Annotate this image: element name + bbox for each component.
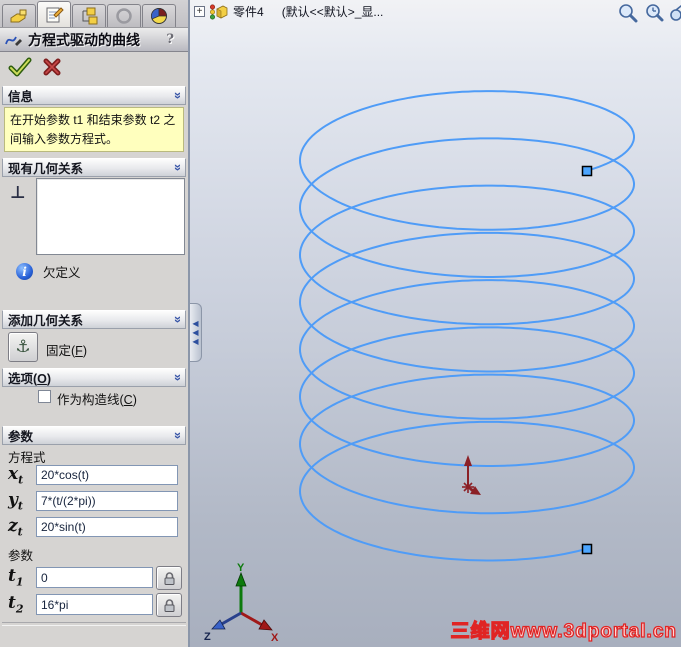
section-header-existing-relations[interactable]: 现有几何关系 « [2,158,186,177]
equation-row-x: xt [0,464,188,488]
display-manager-tab[interactable] [142,4,176,27]
property-manager-icon [46,6,64,22]
configuration-manager-icon [82,7,98,25]
triad-x-label: X [271,632,279,641]
display-manager-icon [151,8,167,24]
t1-label: t1 [8,566,24,589]
configuration-manager-tab[interactable] [72,4,106,27]
confirm-row [0,52,188,82]
chevron-up-icon[interactable]: « [169,316,184,323]
equation-row-z: zt [0,516,188,540]
relations-list[interactable] [36,178,185,255]
t2-row: t2 [0,593,188,617]
section-label: 参数 [8,430,34,444]
lock-icon [164,571,174,585]
panel-tab-bar [0,0,188,28]
t1-lock-button[interactable] [156,566,182,590]
fix-relation-label: 固定(F) [46,344,87,358]
zoom-to-area-icon[interactable] [643,2,665,24]
t2-lock-button[interactable] [156,593,182,617]
t1-row: t1 [0,566,188,590]
cancel-button[interactable] [42,57,62,77]
section-label: 信息 [8,90,34,104]
zoom-in-out-icon[interactable] [617,2,639,24]
anchor-icon: ⚓ [15,337,31,356]
z-equation-input[interactable] [36,517,178,537]
feature-manager-icon [10,9,27,23]
y-equation-input[interactable] [36,491,178,511]
fix-relation-button[interactable]: ⚓ [8,332,38,362]
panel-title: 方程式驱动的曲线 [28,31,140,48]
tree-expand-icon[interactable]: + [194,6,205,17]
triad-z-label: Z [204,631,211,641]
zoom-to-selection-icon[interactable] [669,2,681,24]
property-manager-panel: 方程式驱动的曲线 ? 信息 « 在开始参数 t1 和结束参数 t2 之间输入参数… [0,0,190,647]
tree-config-name: (默认<<默认>_显... [281,5,384,19]
chevron-up-icon[interactable]: « [169,164,184,171]
feature-tree-flyout[interactable]: + 零件4 (默认<<默认>_显... [194,3,383,20]
panel-titlebar: 方程式驱动的曲线 ? [0,28,188,52]
panel-splitter-handle[interactable]: ◀ ◀ ◀ [190,303,202,362]
help-button[interactable]: ? [166,32,174,47]
info-icon: i [16,263,33,280]
chevron-up-icon[interactable]: « [169,432,184,439]
definition-status: i 欠定义 [16,262,81,281]
helix-curve[interactable] [299,90,635,562]
t2-input[interactable] [36,594,153,615]
equation-curve-icon [5,36,22,46]
collapse-arrow-icon: ◀ [192,328,199,337]
collapse-arrow-icon: ◀ [192,337,199,346]
equation-row-y: yt [0,490,188,514]
section-header-options[interactable]: 选项(O) « [2,368,186,387]
divider [2,622,186,626]
ok-button[interactable] [8,57,32,77]
chevron-up-icon[interactable]: « [169,92,184,99]
chevron-up-icon[interactable]: « [169,374,184,381]
section-label: 选项(O) [8,372,52,386]
parameter-group-label: 参数 [8,549,34,563]
collapse-arrow-icon: ◀ [192,319,199,328]
watermark: 三维网www.3dportal.cn [450,620,677,642]
section-header-add-relations[interactable]: 添加几何关系 « [2,310,186,329]
dimxpert-tab[interactable] [107,4,141,27]
x-equation-input[interactable] [36,465,178,485]
lock-icon [164,598,174,612]
z-var-label: zt [8,516,23,539]
endpoint-handle[interactable] [581,543,593,555]
endpoint-handle[interactable] [581,165,593,177]
x-var-label: xt [8,464,24,487]
coordinate-triad: Y X Z [204,562,279,641]
view-toolbar [617,2,681,24]
tree-part-name[interactable]: 零件4 [233,3,264,20]
origin-marker [462,455,481,495]
t2-label: t2 [8,593,24,616]
t1-input[interactable] [36,567,153,588]
status-text: 欠定义 [43,266,81,280]
section-label: 现有几何关系 [8,162,84,176]
section-label: 添加几何关系 [8,314,84,328]
section-header-info[interactable]: 信息 « [2,86,186,105]
feature-manager-tab[interactable] [2,4,36,27]
y-var-label: yt [8,490,23,513]
dimxpert-icon [116,8,132,24]
construction-line-checkbox[interactable] [38,390,51,403]
graphics-viewport[interactable]: + 零件4 (默认<<默认>_显... ◀ ◀ ◀ Y X Z 三维网www.3… [190,0,681,647]
construction-line-label: 作为构造线(C) [57,393,137,407]
info-message: 在开始参数 t1 和结束参数 t2 之间输入参数方程式。 [4,107,184,152]
triad-y-label: Y [237,562,245,574]
perpendicular-icon: ⊥ [10,183,26,202]
section-header-parameters[interactable]: 参数 « [2,426,186,445]
part-icon [209,4,228,20]
property-manager-tab[interactable] [37,1,71,27]
